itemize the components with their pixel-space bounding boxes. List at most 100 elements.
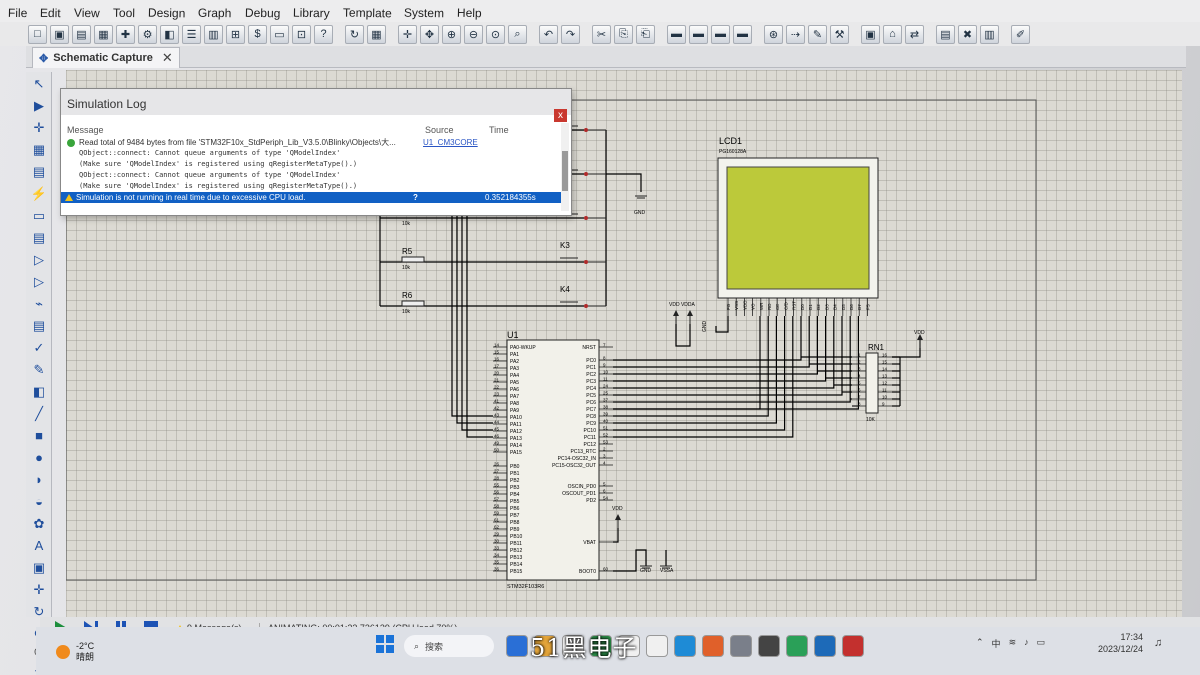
word-icon[interactable] (814, 635, 836, 657)
wire-icon[interactable]: ⌂ (883, 24, 902, 44)
netlist-icon[interactable]: ▣ (861, 24, 880, 44)
import-icon[interactable]: ▦ (94, 24, 113, 44)
delete-icon[interactable]: ✖ (958, 24, 977, 44)
symbol-icon[interactable]: ✿ (29, 514, 49, 533)
wire-label-icon[interactable]: ▦ (29, 140, 49, 159)
junction-icon[interactable]: ✛ (29, 118, 49, 137)
menu-tool[interactable]: Tool (113, 6, 135, 20)
open-icon[interactable]: ▣ (50, 24, 69, 44)
settings-icon[interactable]: ⚙ (138, 24, 157, 44)
battery-icon[interactable]: ▭ (1037, 637, 1046, 650)
log-scroll-thumb[interactable] (562, 151, 568, 191)
pcb-icon[interactable]: ▭ (270, 24, 289, 44)
start-button[interactable] (376, 635, 394, 653)
component-icon[interactable]: ▶ (29, 96, 49, 115)
undo-icon[interactable]: ↶ (539, 24, 558, 44)
proteus-icon[interactable] (786, 635, 808, 657)
new-icon[interactable]: □ (28, 24, 47, 44)
pan-icon[interactable]: ✥ (420, 24, 439, 44)
text-icon[interactable]: A (29, 536, 49, 555)
device-pin-icon[interactable]: ▷ (29, 250, 49, 269)
log-row[interactable]: QObject::connect: Cannot queue arguments… (61, 148, 561, 159)
arc-icon[interactable]: ◗ (29, 470, 49, 489)
bom2-icon[interactable]: ▤ (936, 24, 955, 44)
paste-icon[interactable]: ⎗ (636, 24, 655, 44)
path-icon[interactable]: ◒ (29, 492, 49, 511)
close-log-button[interactable]: x (554, 109, 567, 122)
list-icon[interactable]: ☰ (182, 24, 201, 44)
marker-icon[interactable]: ✛ (29, 580, 49, 599)
swap-icon[interactable]: ⇄ (905, 24, 924, 44)
block-delete-icon[interactable]: ▬ (733, 24, 752, 44)
copy-icon[interactable]: ⎘ (614, 24, 633, 44)
subcircuit-icon[interactable]: ▭ (29, 206, 49, 225)
select-icon[interactable]: ↖ (29, 74, 49, 93)
dingtalk-icon[interactable] (674, 635, 696, 657)
export2-icon[interactable]: ▥ (980, 24, 999, 44)
generator-icon[interactable]: ▤ (29, 316, 49, 335)
menu-library[interactable]: Library (293, 6, 330, 21)
tools-icon[interactable]: ⚒ (830, 24, 849, 44)
box-icon[interactable]: ■ (29, 426, 49, 445)
pick-icon[interactable]: ⊛ (764, 24, 783, 44)
menu-design[interactable]: Design (148, 6, 186, 21)
column-time[interactable]: Time (489, 125, 509, 135)
menu-system[interactable]: System (404, 6, 444, 21)
edit-icon[interactable]: ✐ (1011, 24, 1030, 44)
chrome-icon[interactable] (730, 635, 752, 657)
block-copy-icon[interactable]: ▬ (667, 24, 686, 44)
menu-help[interactable]: Help (457, 6, 482, 20)
weather-widget[interactable]: -2°C 晴朗 (56, 641, 94, 663)
log-scrollbar[interactable] (561, 123, 569, 211)
menu-view[interactable]: View (74, 6, 100, 20)
menu-debug[interactable]: Debug (244, 6, 280, 21)
graph-icon[interactable]: ▷ (29, 272, 49, 291)
log-row[interactable]: QObject::connect: Cannot queue arguments… (61, 170, 561, 181)
tab-schematic-capture[interactable]: ✥ Schematic Capture ✕ (32, 47, 180, 68)
clock[interactable]: 17:34 2023/12/24 (1098, 631, 1143, 655)
terminal-icon[interactable]: ▤ (29, 228, 49, 247)
tape-icon[interactable]: ⌁ (29, 294, 49, 313)
export-icon[interactable]: ✚ (116, 24, 135, 44)
firefox-icon[interactable] (702, 635, 724, 657)
probe-current-icon[interactable]: ✎ (29, 360, 49, 379)
zoom-out-icon[interactable]: ⊖ (464, 24, 483, 44)
ime-indicator[interactable]: 中 (992, 637, 1001, 650)
bus-icon[interactable]: ⚡ (29, 184, 49, 203)
circle-icon[interactable]: ● (29, 448, 49, 467)
grid-icon[interactable]: ▦ (367, 24, 386, 44)
3d-icon[interactable]: ⊡ (292, 24, 311, 44)
task-view-icon[interactable] (506, 635, 528, 657)
log-row-selected[interactable]: Simulation is not running in real time d… (61, 192, 561, 203)
zoom-all-icon[interactable]: ⊙ (486, 24, 505, 44)
close-tab-icon[interactable]: ✕ (162, 50, 173, 66)
volume-icon[interactable]: ♪ (1024, 637, 1029, 650)
menu-file[interactable]: File (8, 6, 28, 20)
log-row[interactable]: (Make sure 'QModelIndex' is registered u… (61, 181, 561, 192)
log-row[interactable]: Read total of 9484 bytes from file 'STM3… (61, 137, 561, 148)
help-icon[interactable]: ? (413, 192, 418, 203)
notification-bell-icon[interactable]: ♫ (1154, 637, 1162, 649)
wifi-icon[interactable]: ≋ (1009, 637, 1017, 650)
block-rotate-icon[interactable]: ▬ (711, 24, 730, 44)
app2-icon[interactable] (842, 635, 864, 657)
block-move-icon[interactable]: ▬ (689, 24, 708, 44)
column-source[interactable]: Source (425, 125, 454, 135)
zoom-area-icon[interactable]: ⌕ (508, 24, 527, 44)
save-icon[interactable]: ▤ (72, 24, 91, 44)
origin-icon[interactable]: ✛ (398, 24, 417, 44)
bug-icon[interactable] (758, 635, 780, 657)
probe-voltage-icon[interactable]: ✓ (29, 338, 49, 357)
menu-graph[interactable]: Graph (198, 6, 232, 21)
redo-icon[interactable]: ↷ (561, 24, 580, 44)
text-script-icon[interactable]: ▤ (29, 162, 49, 181)
menu-template[interactable]: Template (343, 6, 392, 21)
column-message[interactable]: Message (67, 125, 104, 135)
log-row[interactable]: (Make sure 'QModelIndex' is registered u… (61, 159, 561, 170)
symbol2-icon[interactable]: ▣ (29, 558, 49, 577)
qq-icon[interactable] (646, 635, 668, 657)
bom-icon[interactable]: ▥ (204, 24, 223, 44)
line-icon[interactable]: ╱ (29, 404, 49, 423)
schematic-icon[interactable]: ◧ (160, 24, 179, 44)
grid-icon[interactable]: ⊞ (226, 24, 245, 44)
